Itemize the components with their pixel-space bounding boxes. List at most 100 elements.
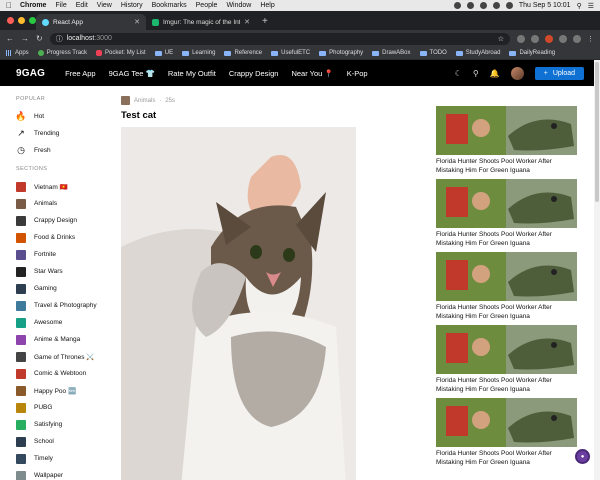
wifi-icon[interactable] xyxy=(492,2,500,9)
night-mode-icon[interactable]: ☾ xyxy=(455,69,462,78)
bookmark-folder-learning[interactable]: Learning xyxy=(182,50,215,56)
related-post-caption[interactable]: Florida Hunter Shoots Pool Worker After … xyxy=(436,449,578,467)
menu-history[interactable]: History xyxy=(121,2,143,9)
notification-bell-icon[interactable]: 🔔 xyxy=(490,69,500,78)
tab-imgur[interactable]: Imgur: The magic of the Intern ✕ xyxy=(146,14,256,30)
related-post-caption[interactable]: Florida Hunter Shoots Pool Worker After … xyxy=(436,230,578,248)
sidebar-item-fresh[interactable]: ◷ Fresh xyxy=(16,142,106,159)
related-post-card[interactable]: Florida Hunter Shoots Pool Worker After … xyxy=(436,106,578,175)
user-avatar[interactable] xyxy=(510,66,524,80)
nav-9gag-tee[interactable]: 9GAG Tee 👕 xyxy=(109,69,155,78)
sidebar-item-hot[interactable]: 🔥 Hot xyxy=(15,108,106,125)
sidebar-item-section[interactable]: Game of Thrones ⚔️ xyxy=(16,348,106,365)
sidebar-item-section[interactable]: Anime & Manga xyxy=(16,331,106,348)
bookmark-folder-ue[interactable]: UE xyxy=(154,50,173,56)
sidebar-item-section[interactable]: Star Wars xyxy=(16,263,106,280)
related-post-card[interactable]: Florida Hunter Shoots Pool Worker After … xyxy=(436,252,578,321)
sidebar-item-section[interactable]: PUBG xyxy=(16,399,106,416)
sidebar-item-section[interactable]: Comic & Webtoon xyxy=(16,365,106,382)
sidebar-item-section[interactable]: Fortnite xyxy=(16,246,106,263)
menu-help[interactable]: Help xyxy=(260,2,274,9)
forward-icon[interactable]: → xyxy=(21,34,29,43)
site-logo[interactable]: 9GAG xyxy=(16,68,45,79)
search-icon[interactable]: ⚲ xyxy=(473,69,479,78)
info-icon[interactable]: ⓘ xyxy=(56,34,63,44)
bookmark-folder-usefuletc[interactable]: UsefulETC xyxy=(271,50,310,56)
nav-kpop[interactable]: K-Pop xyxy=(347,69,368,78)
related-post-caption[interactable]: Florida Hunter Shoots Pool Worker After … xyxy=(436,157,578,175)
related-post-caption[interactable]: Florida Hunter Shoots Pool Worker After … xyxy=(436,303,578,321)
scrollbar-thumb[interactable] xyxy=(595,62,599,202)
reload-icon[interactable]: ↻ xyxy=(36,34,43,43)
close-icon[interactable]: ✕ xyxy=(244,18,250,26)
bookmark-folder-studyabroad[interactable]: StudyAbroad xyxy=(455,50,500,56)
sidebar-item-section[interactable]: Travel & Photography xyxy=(16,297,106,314)
sidebar-item-section[interactable]: Awesome xyxy=(16,314,106,331)
bookmark-folder-reference[interactable]: Reference xyxy=(224,50,262,56)
sidebar-item-section[interactable]: Happy Poo 🆕 xyxy=(16,382,106,399)
battery-icon[interactable] xyxy=(505,2,513,9)
related-post-image[interactable] xyxy=(436,398,577,447)
related-post-card[interactable]: Florida Hunter Shoots Pool Worker After … xyxy=(436,398,578,467)
bookmark-star-icon[interactable]: ☆ xyxy=(498,35,504,43)
extension-icon[interactable] xyxy=(531,34,539,43)
related-post-card[interactable]: Florida Hunter Shoots Pool Worker After … xyxy=(436,179,578,248)
nav-free-app[interactable]: Free App xyxy=(65,69,95,78)
status-icon[interactable] xyxy=(453,2,461,9)
bookmark-progress-track[interactable]: Progress Track xyxy=(37,50,87,56)
bookmark-apps[interactable]: Apps xyxy=(6,50,29,56)
bookmark-folder-dailyreading[interactable]: DailyReading xyxy=(509,50,555,56)
related-post-caption[interactable]: Florida Hunter Shoots Pool Worker After … xyxy=(436,376,578,394)
menu-list-icon[interactable]: ☰ xyxy=(588,2,594,10)
sidebar-item-section[interactable]: Timely xyxy=(16,450,106,467)
bookmark-pocket[interactable]: Pocket: My List xyxy=(96,50,146,56)
sidebar-item-section[interactable]: Vietnam 🇻🇳 xyxy=(16,178,106,195)
menu-file[interactable]: File xyxy=(55,2,66,9)
status-icon[interactable] xyxy=(479,2,487,9)
apple-icon[interactable]:  xyxy=(6,1,12,10)
menu-edit[interactable]: Edit xyxy=(76,2,88,9)
menu-people[interactable]: People xyxy=(196,2,218,9)
extension-icon[interactable] xyxy=(559,34,567,43)
sidebar-item-trending[interactable]: ↗ Trending xyxy=(16,125,106,142)
sidebar-item-section[interactable]: Animals xyxy=(16,195,106,212)
maximize-window-button[interactable] xyxy=(29,17,36,24)
tab-react-app[interactable]: React App ✕ xyxy=(36,14,146,30)
address-bar[interactable]: ⓘ localhost:3000 ☆ xyxy=(49,32,510,45)
profile-avatar-icon[interactable] xyxy=(573,34,581,43)
sidebar-item-section[interactable]: Crappy Design xyxy=(16,212,106,229)
chat-bubble-button[interactable]: ● xyxy=(575,449,590,464)
extension-icon[interactable] xyxy=(517,34,525,43)
related-post-image[interactable] xyxy=(436,325,577,374)
back-icon[interactable]: ← xyxy=(6,34,14,43)
upload-button[interactable]: + Upload xyxy=(534,66,584,80)
menu-view[interactable]: View xyxy=(97,2,112,9)
more-menu-icon[interactable]: ⋮ xyxy=(587,35,594,43)
page-scrollbar[interactable] xyxy=(594,60,600,480)
post-image-cat[interactable] xyxy=(121,127,356,480)
post-title[interactable]: Test cat xyxy=(121,110,361,121)
sidebar-item-section[interactable]: Food & Drinks xyxy=(16,229,106,246)
sidebar-item-section[interactable]: Gaming xyxy=(16,280,106,297)
sidebar-item-section[interactable]: Satisfying xyxy=(16,416,106,433)
menubar-clock[interactable]: Thu Sep 5 10:01 xyxy=(519,2,571,9)
post-category[interactable]: Animals xyxy=(134,98,155,104)
nav-rate-my-outfit[interactable]: Rate My Outfit xyxy=(168,69,216,78)
sidebar-item-section[interactable]: Wallpaper xyxy=(16,467,106,480)
sidebar-item-section[interactable]: School xyxy=(16,433,106,450)
close-window-button[interactable] xyxy=(7,17,14,24)
close-icon[interactable]: ✕ xyxy=(134,18,140,26)
menu-window[interactable]: Window xyxy=(226,2,251,9)
status-icon[interactable] xyxy=(466,2,474,9)
bookmark-folder-todo[interactable]: TODO xyxy=(419,50,447,56)
new-tab-button[interactable]: + xyxy=(256,16,274,30)
related-post-image[interactable] xyxy=(436,252,577,301)
extension-icon[interactable] xyxy=(545,34,553,43)
search-icon[interactable]: ⚲ xyxy=(577,2,582,10)
menu-app-name[interactable]: Chrome xyxy=(20,2,46,9)
minimize-window-button[interactable] xyxy=(18,17,25,24)
related-post-card[interactable]: Florida Hunter Shoots Pool Worker After … xyxy=(436,325,578,394)
bookmark-folder-drawabox[interactable]: DrawABox xyxy=(372,50,411,56)
bookmark-folder-photography[interactable]: Photography xyxy=(319,50,363,56)
related-post-image[interactable] xyxy=(436,179,577,228)
